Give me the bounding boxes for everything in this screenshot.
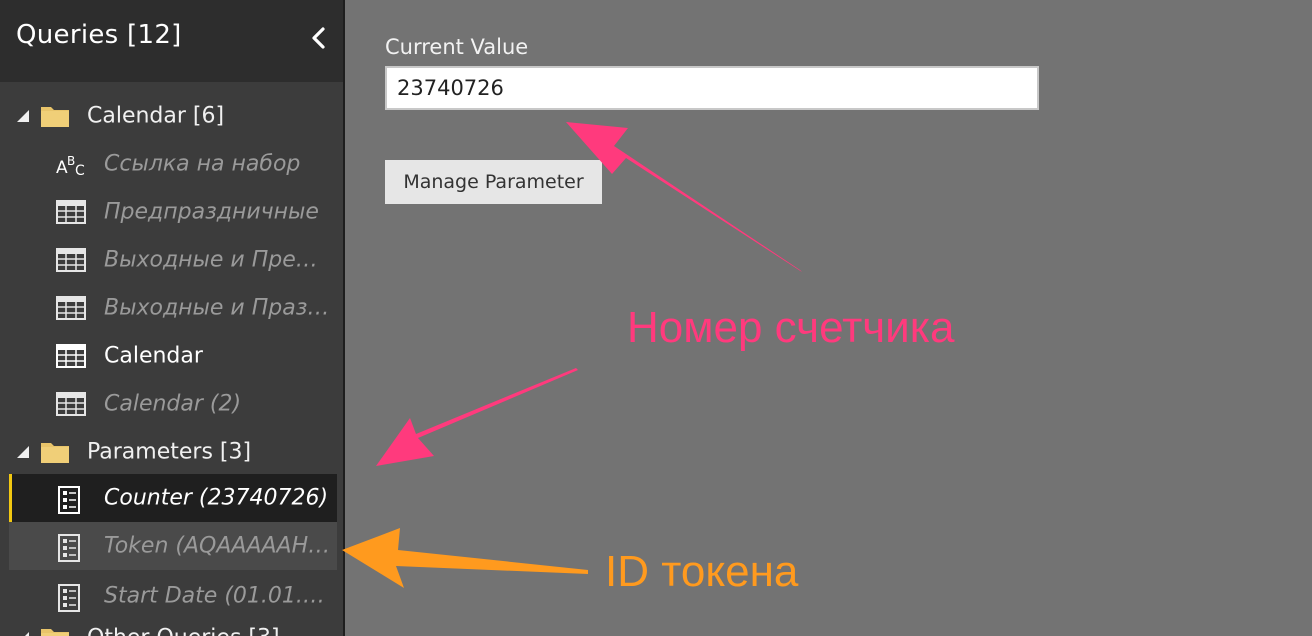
expand-triangle-icon [17,446,29,458]
query-label: Counter (23740726) [104,485,329,511]
parameter-icon [58,534,80,562]
query-label: Выходные и Празд... [104,295,332,321]
folder-icon [41,629,69,636]
table-icon [56,392,86,416]
query-label: Calendar [104,343,203,369]
query-item-link[interactable]: A B C Ссылка на набор [0,140,343,188]
parameter-icon [58,486,80,514]
table-icon [56,344,86,368]
annotation-counter-note: Номер счетчика [627,303,955,352]
query-item-token[interactable]: Token (AQAAAAAHh... [9,522,337,570]
folder-icon [41,107,69,127]
collapse-pane-button[interactable] [306,22,332,54]
query-item-calendar-2[interactable]: Calendar (2) [0,380,343,428]
group-label: Calendar [6] [87,103,225,129]
query-item-calendar[interactable]: Calendar [0,332,343,380]
parameter-icon [58,584,80,612]
table-icon [56,248,86,272]
group-calendar[interactable]: Calendar [6] [0,92,343,140]
svg-text:B: B [67,154,75,168]
query-label: Ссылка на набор [104,151,301,177]
selection-indicator [9,474,12,522]
expand-triangle-icon [17,110,29,122]
group-label: Other Queries [3] [87,626,280,636]
group-other-queries[interactable]: Other Queries [3] [0,614,343,636]
queries-pane-title: Queries [12] [16,20,182,50]
query-label: Token (AQAAAAAHh... [104,533,332,559]
annotation-token-note: ID токена [605,547,799,596]
query-item-start-date[interactable]: Start Date (01.01.15) [0,572,343,620]
folder-icon [41,443,69,463]
query-label: Calendar (2) [104,391,242,417]
table-icon [56,296,86,320]
query-label: Start Date (01.01.15) [104,583,332,609]
manage-parameter-button[interactable]: Manage Parameter [385,160,602,204]
expand-triangle-icon [25,632,29,636]
group-parameters[interactable]: Parameters [3] [0,428,343,476]
query-label: Выходные и Предп... [104,247,332,273]
query-item-preholiday[interactable]: Предпраздничные [0,188,343,236]
current-value-input[interactable] [385,66,1039,110]
query-item-counter[interactable]: Counter (23740726) [9,474,337,522]
svg-text:C: C [75,163,85,178]
text-type-abc-icon: A B C [56,154,85,178]
query-item-weekends-holidays[interactable]: Выходные и Празд... [0,284,343,332]
table-icon [56,200,86,224]
chevron-left-icon [312,27,325,49]
group-label: Parameters [3] [87,439,252,465]
query-label: Предпраздничные [104,199,319,225]
queries-pane: Queries [12] Calendar [6] A B C Ссылка н… [0,0,343,636]
current-value-label: Current Value [385,35,529,59]
query-item-weekends-preholiday[interactable]: Выходные и Предп... [0,236,343,284]
queries-pane-header: Queries [12] [0,0,343,82]
